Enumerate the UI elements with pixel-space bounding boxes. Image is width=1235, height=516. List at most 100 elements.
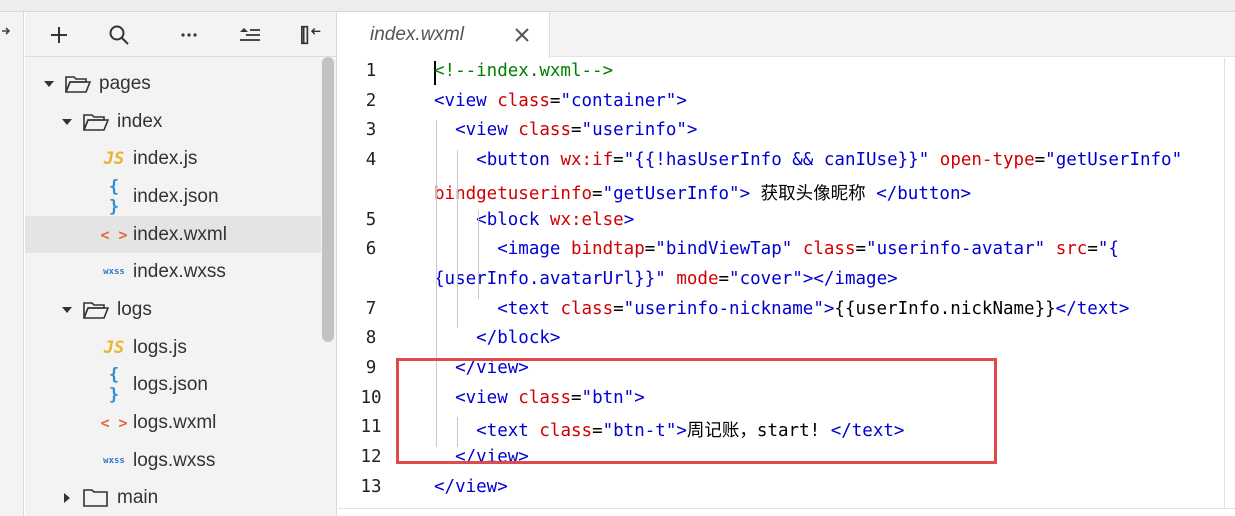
code-token: 获取头像昵称 — [750, 183, 877, 204]
line-number: 5 — [365, 209, 377, 230]
code-token: <image — [497, 239, 571, 260]
tree-item-logs[interactable]: logs — [25, 291, 321, 329]
wxml-file-icon: < > — [100, 225, 128, 244]
expand-arrow-icon[interactable] — [0, 24, 14, 38]
chevron-down-icon[interactable] — [61, 304, 73, 316]
code-line: <text class="userinfo-nickname">{{userIn… — [434, 299, 1129, 319]
tree-item-logs-json[interactable]: { } logs.json — [25, 365, 321, 405]
indent-guide — [436, 387, 437, 418]
line-number: 13 — [360, 476, 382, 497]
line-number: 10 — [360, 387, 382, 408]
folder-open-icon — [64, 74, 92, 94]
tree-item-logs-wxss[interactable]: wxss logs.wxss — [25, 442, 321, 480]
code-token: "userinfo" — [581, 120, 687, 141]
search-icon[interactable] — [107, 23, 131, 47]
tab-index-wxml[interactable]: index.wxml — [338, 12, 550, 58]
code-editor: index.wxml 1 <!--index.wxml--> 2 <view clas… — [338, 12, 1235, 516]
code-token: class — [497, 90, 550, 111]
code-token: "btn" — [581, 387, 635, 408]
file-explorer: pages index JS index.js { } index.json < > inde… — [25, 12, 337, 516]
collapse-all-icon[interactable] — [238, 23, 262, 47]
code-token: wx:if — [560, 150, 614, 171]
code-token: > — [634, 387, 645, 408]
code-line: <view class="btn"> — [434, 388, 645, 408]
code-token: "btn-t" — [602, 421, 677, 442]
tree-item-label: logs — [117, 298, 152, 320]
indent-guide — [478, 209, 480, 299]
tree-item-label: index — [117, 110, 163, 132]
tab-label: index.wxml — [370, 24, 464, 45]
code-token: <block — [476, 209, 550, 230]
add-icon[interactable] — [47, 23, 71, 47]
code-token: class — [560, 298, 614, 319]
chevron-down-icon[interactable] — [43, 78, 55, 90]
code-token: > — [686, 120, 698, 141]
tree-item-index-wxml[interactable]: < > index.wxml — [25, 215, 321, 254]
code-token: wx:else — [549, 209, 624, 230]
code-token: = — [613, 298, 624, 319]
code-token: = — [718, 268, 730, 289]
more-icon[interactable] — [177, 23, 201, 47]
code-area[interactable]: 1 <!--index.wxml--> 2 <view class="containe… — [338, 58, 1224, 508]
js-file-icon: JS — [103, 149, 125, 170]
code-token: <text — [497, 298, 561, 319]
wxml-file-icon: < > — [100, 414, 128, 433]
code-token: </text> — [1055, 298, 1130, 319]
code-token: </view> — [434, 476, 508, 497]
tree-item-main[interactable]: main — [25, 480, 321, 516]
chevron-down-icon[interactable] — [61, 116, 73, 128]
code-token: </view> — [455, 358, 529, 378]
panel-collapse-icon[interactable] — [300, 23, 324, 47]
tree-item-index-js[interactable]: JS index.js — [25, 140, 321, 178]
tree-item-index[interactable]: index — [25, 103, 321, 141]
code-token: "getUserInfo" — [602, 183, 740, 204]
editor-horizontal-scrollbar[interactable] — [338, 508, 1235, 516]
folder-open-icon — [82, 112, 110, 132]
code-token: = — [592, 421, 603, 442]
code-token: ></image> — [802, 268, 898, 289]
explorer-scrollbar[interactable] — [322, 57, 334, 342]
line-number: 1 — [365, 61, 377, 81]
chevron-right-icon[interactable] — [61, 492, 73, 504]
code-token: class — [518, 387, 571, 408]
code-line: </view> — [434, 447, 529, 467]
tree-item-label: index.json — [133, 185, 219, 207]
code-line: </view> — [434, 358, 529, 378]
indent-guide — [436, 120, 437, 418]
tree-item-logs-js[interactable]: JS logs.js — [25, 329, 321, 367]
line-number: 9 — [365, 358, 377, 378]
code-token: <button — [476, 150, 561, 171]
tree-item-pages[interactable]: pages — [25, 65, 321, 103]
code-line: <view class="userinfo"> — [434, 120, 697, 140]
editor-vertical-scrollbar[interactable] — [1224, 58, 1235, 516]
line-number: 11 — [360, 417, 382, 438]
code-token: = — [644, 239, 656, 260]
code-token: "container" — [560, 90, 677, 111]
close-icon[interactable] — [512, 25, 532, 45]
line-number: 4 — [365, 150, 377, 171]
code-token: > — [623, 209, 635, 230]
code-token: "getUserInfo" — [1045, 150, 1183, 171]
code-token: </view> — [455, 447, 529, 468]
tree-item-index-wxss[interactable]: wxss index.wxss — [25, 253, 321, 291]
code-token: = — [1087, 239, 1098, 260]
code-token: </text> — [830, 421, 905, 442]
code-token: <view — [434, 90, 498, 111]
tree-item-logs-wxml[interactable]: < > logs.wxml — [25, 404, 321, 442]
tree-item-label: logs.json — [133, 374, 208, 396]
code-token: <view — [455, 120, 519, 141]
line-number: 12 — [360, 447, 382, 468]
code-token: <view — [455, 387, 519, 408]
line-number: 8 — [365, 328, 377, 349]
code-token: "{ — [1097, 239, 1119, 260]
line-number: 3 — [365, 120, 377, 141]
code-token: open-type — [939, 150, 1035, 171]
tree-item-index-json[interactable]: { } index.json — [25, 177, 321, 217]
explorer-toolbar — [25, 12, 336, 57]
